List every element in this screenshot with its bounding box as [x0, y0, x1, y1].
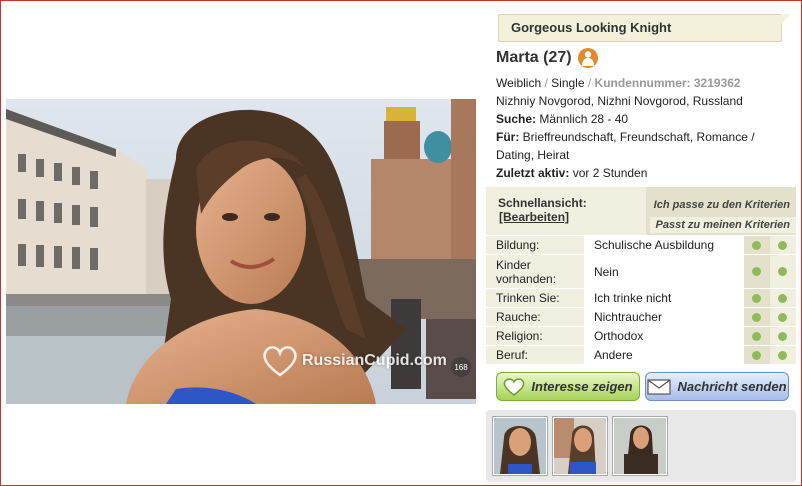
name-row: Marta (27) — [496, 48, 598, 68]
matches-my-criteria-header: Passt zu meinen Kriterien — [650, 217, 796, 233]
for-value: Brieffreundschaft, Freundschaft, Romance… — [496, 130, 755, 162]
search-value: Männlich 28 - 40 — [539, 112, 629, 126]
match-dot-icon — [769, 346, 796, 364]
match-dot-icon — [743, 236, 770, 254]
for-line: Für: Brieffreundschaft, Freundschaft, Ro… — [496, 128, 786, 164]
main-profile-photo[interactable]: RussianCupid.com 168 — [6, 99, 476, 404]
criteria-headers: Ich passe zu den Kriterien Passt zu mein… — [646, 187, 796, 235]
for-label: Für: — [496, 130, 520, 144]
row-label: Rauche: — [486, 308, 584, 326]
table-row: Religion: Orthodox — [486, 326, 796, 345]
search-line: Suche: Männlich 28 - 40 — [496, 110, 786, 128]
female-avatar-icon — [577, 48, 598, 68]
row-value: Orthodox — [583, 327, 744, 345]
criteria-rows: Bildung: Schulische Ausbildung Kinder vo… — [486, 235, 796, 364]
show-interest-label: Interesse zeigen — [531, 379, 633, 394]
match-dot-icon — [769, 255, 796, 288]
row-value: Schulische Ausbildung — [583, 236, 744, 254]
heart-logo-icon — [263, 346, 297, 377]
row-value: Andere — [583, 346, 744, 364]
customer-number: 3219362 — [693, 76, 741, 90]
heart-icon — [504, 377, 525, 396]
row-value: Nichtraucher — [583, 308, 744, 326]
gender-status-line: Weiblich / Single / Kundennummer: 321936… — [496, 76, 741, 90]
quick-view-title: Schnellansicht: — [498, 196, 587, 210]
row-label: Religion: — [486, 327, 584, 345]
photo-count-badge: 168 — [451, 357, 471, 377]
row-value: Ich trinke nicht — [583, 289, 744, 307]
photo-thumbnails — [486, 410, 796, 482]
watermark: RussianCupid.com — [262, 345, 447, 377]
i-match-criteria-header: Ich passe zu den Kriterien — [653, 199, 790, 211]
quick-view-panel: Schnellansicht: [Bearbeiten] Ich passe z… — [486, 187, 796, 364]
quick-view-header: Schnellansicht: [Bearbeiten] — [486, 187, 646, 235]
row-value: Nein — [583, 255, 744, 288]
last-active-value: vor 2 Stunden — [572, 166, 648, 180]
row-label: Trinken Sie: — [486, 289, 584, 307]
send-message-button[interactable]: Nachricht senden — [645, 372, 789, 401]
row-label: Kinder vorhanden: — [486, 255, 584, 288]
match-dot-icon — [769, 308, 796, 326]
match-dot-icon — [743, 289, 770, 307]
customer-number-label: Kundennummer: — [594, 76, 691, 90]
edit-link[interactable]: [Bearbeiten] — [499, 210, 569, 224]
match-dot-icon — [743, 255, 770, 288]
match-dot-icon — [743, 346, 770, 364]
match-dot-icon — [769, 327, 796, 345]
search-label: Suche: — [496, 112, 537, 126]
thumbnail-photo[interactable] — [492, 416, 548, 476]
watermark-text: RussianCupid.com — [302, 352, 447, 369]
last-active-line: Zuletzt aktiv: vor 2 Stunden — [496, 164, 786, 182]
match-dot-icon — [743, 327, 770, 345]
relationship-status: Single — [551, 76, 585, 90]
row-label: Beruf: — [486, 346, 584, 364]
table-row: Bildung: Schulische Ausbildung — [486, 235, 796, 254]
profile-info: Weiblich / Single / Kundennummer: 321936… — [496, 74, 786, 182]
envelope-icon — [647, 378, 672, 395]
table-row: Trinken Sie: Ich trinke nicht — [486, 288, 796, 307]
show-interest-button[interactable]: Interesse zeigen — [496, 372, 640, 401]
thumbnail-photo[interactable] — [552, 416, 608, 476]
gender: Weiblich — [496, 76, 542, 90]
match-dot-icon — [769, 236, 796, 254]
match-dot-icon — [743, 308, 770, 326]
table-row: Kinder vorhanden: Nein — [486, 254, 796, 288]
location: Nizhniy Novgorod, Nizhni Novgorod, Russl… — [496, 94, 743, 108]
thumbnail-photo[interactable] — [612, 416, 668, 476]
profile-headline: Gorgeous Looking Knight — [498, 14, 791, 42]
send-message-label: Nachricht senden — [677, 379, 787, 394]
table-row: Rauche: Nichtraucher — [486, 307, 796, 326]
match-dot-icon — [769, 289, 796, 307]
row-label: Bildung: — [486, 236, 584, 254]
table-row: Beruf: Andere — [486, 345, 796, 364]
last-active-label: Zuletzt aktiv: — [496, 166, 570, 180]
profile-name-age: Marta (27) — [496, 49, 572, 66]
